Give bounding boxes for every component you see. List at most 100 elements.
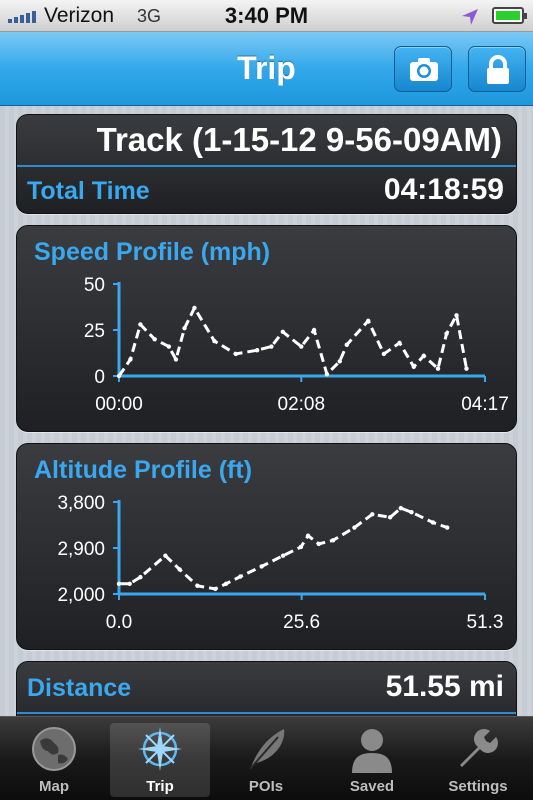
distance-value: 51.55 mi xyxy=(385,670,504,703)
data-point xyxy=(366,318,371,323)
data-point xyxy=(381,351,387,357)
data-point xyxy=(166,344,172,349)
data-point xyxy=(280,553,286,558)
tab-bar: Map Trip POIs Saved Settings xyxy=(0,716,533,800)
x-tick-label: 00:00 xyxy=(95,394,143,415)
page-title: Trip xyxy=(237,50,296,86)
data-point xyxy=(238,574,243,579)
data-point xyxy=(316,541,321,547)
data-point xyxy=(138,322,143,327)
data-point xyxy=(212,338,217,344)
tab-label: Map xyxy=(39,778,69,795)
data-point xyxy=(330,538,336,543)
data-point xyxy=(213,586,218,592)
divider xyxy=(17,165,516,167)
data-point xyxy=(223,581,229,586)
data-point xyxy=(370,512,375,517)
data-point xyxy=(127,581,132,586)
speed-profile-chart: 0 25 50 00:00 02:08 04:17 xyxy=(84,275,509,415)
tab-saved[interactable]: Saved xyxy=(322,723,422,797)
data-point xyxy=(259,564,264,569)
distance-label: Distance xyxy=(27,674,132,702)
data-point xyxy=(435,366,441,371)
data-point xyxy=(128,357,133,362)
y-tick-label: 50 xyxy=(84,275,105,296)
data-point xyxy=(269,344,274,349)
data-point xyxy=(444,525,450,530)
y-tick-label: 0 xyxy=(94,367,105,388)
data-point xyxy=(138,574,143,580)
y-tick-label: 2,000 xyxy=(57,585,105,606)
wrench-icon xyxy=(460,729,498,767)
data-point xyxy=(280,329,285,335)
data-point xyxy=(411,364,416,369)
lock-icon xyxy=(487,55,509,84)
data-point xyxy=(387,515,393,520)
data-point xyxy=(195,583,200,589)
data-point xyxy=(311,327,317,333)
data-point xyxy=(444,331,449,336)
data-point xyxy=(254,348,260,353)
data-point xyxy=(173,357,179,362)
data-point xyxy=(116,373,122,379)
data-point xyxy=(344,342,350,347)
data-point xyxy=(324,371,330,377)
camera-icon xyxy=(410,58,438,81)
data-point xyxy=(464,366,469,371)
location-arrow-icon xyxy=(462,9,478,25)
x-tick-label: 25.6 xyxy=(283,612,320,633)
data-point xyxy=(337,359,342,364)
altitude-profile-chart: 2,000 2,900 3,800 0.0 25.6 51.3 xyxy=(57,493,504,633)
data-point xyxy=(299,344,304,349)
data-point xyxy=(298,544,304,550)
status-bar: Verizon 3G 3:40 PM xyxy=(0,0,533,32)
x-tick-label: 0.0 xyxy=(106,612,132,633)
series-line xyxy=(119,506,448,591)
tab-label: POIs xyxy=(248,778,284,795)
lock-button[interactable] xyxy=(468,46,526,92)
globe-icon xyxy=(32,727,76,771)
track-name: Track (1-15-12 9-56-09AM) xyxy=(96,121,502,158)
data-point xyxy=(177,567,182,572)
data-point xyxy=(305,533,311,538)
data-point xyxy=(116,581,122,586)
y-tick-label: 2,900 xyxy=(57,539,105,560)
nav-bar: Trip xyxy=(0,32,533,106)
battery-icon xyxy=(492,7,527,24)
speed-profile-panel: Speed Profile (mph) 0 25 50 00:00 02:08 04:17 xyxy=(16,225,517,432)
feather-icon xyxy=(249,729,285,770)
y-tick-label: 25 xyxy=(84,321,105,342)
total-time-label: Total Time xyxy=(27,177,150,205)
y-tick-label: 3,800 xyxy=(57,493,105,514)
tab-map[interactable]: Map xyxy=(4,723,104,797)
tab-pois[interactable]: POIs xyxy=(216,723,316,797)
data-point xyxy=(421,353,426,358)
track-summary-panel: Track (1-15-12 9-56-09AM) Total Time 04:… xyxy=(16,114,517,214)
x-tick-label: 04:17 xyxy=(461,394,509,415)
compass-icon xyxy=(138,727,182,771)
camera-button[interactable] xyxy=(394,46,452,92)
person-icon xyxy=(352,729,392,773)
data-point xyxy=(454,313,459,318)
data-point xyxy=(163,553,168,558)
data-point xyxy=(409,510,414,515)
tab-label: Trip xyxy=(146,778,174,795)
data-point xyxy=(352,525,357,530)
tab-label: Settings xyxy=(448,778,508,795)
data-point xyxy=(192,305,197,311)
status-time: 3:40 PM xyxy=(224,3,309,28)
tab-settings[interactable]: Settings xyxy=(428,723,528,797)
x-tick-label: 51.3 xyxy=(467,612,504,633)
data-point xyxy=(430,520,436,525)
data-point xyxy=(398,505,404,511)
data-point xyxy=(182,325,187,331)
altitude-profile-panel: Altitude Profile (ft) 2,000 2,900 3,800 0.0… xyxy=(16,443,517,650)
total-time-value: 04:18:59 xyxy=(383,173,504,206)
divider xyxy=(17,712,516,714)
data-point xyxy=(397,340,402,346)
tab-trip[interactable]: Trip xyxy=(110,723,210,797)
x-tick-label: 02:08 xyxy=(278,394,326,415)
tab-label: Saved xyxy=(349,778,395,795)
data-point xyxy=(233,351,238,357)
data-point xyxy=(152,337,157,342)
